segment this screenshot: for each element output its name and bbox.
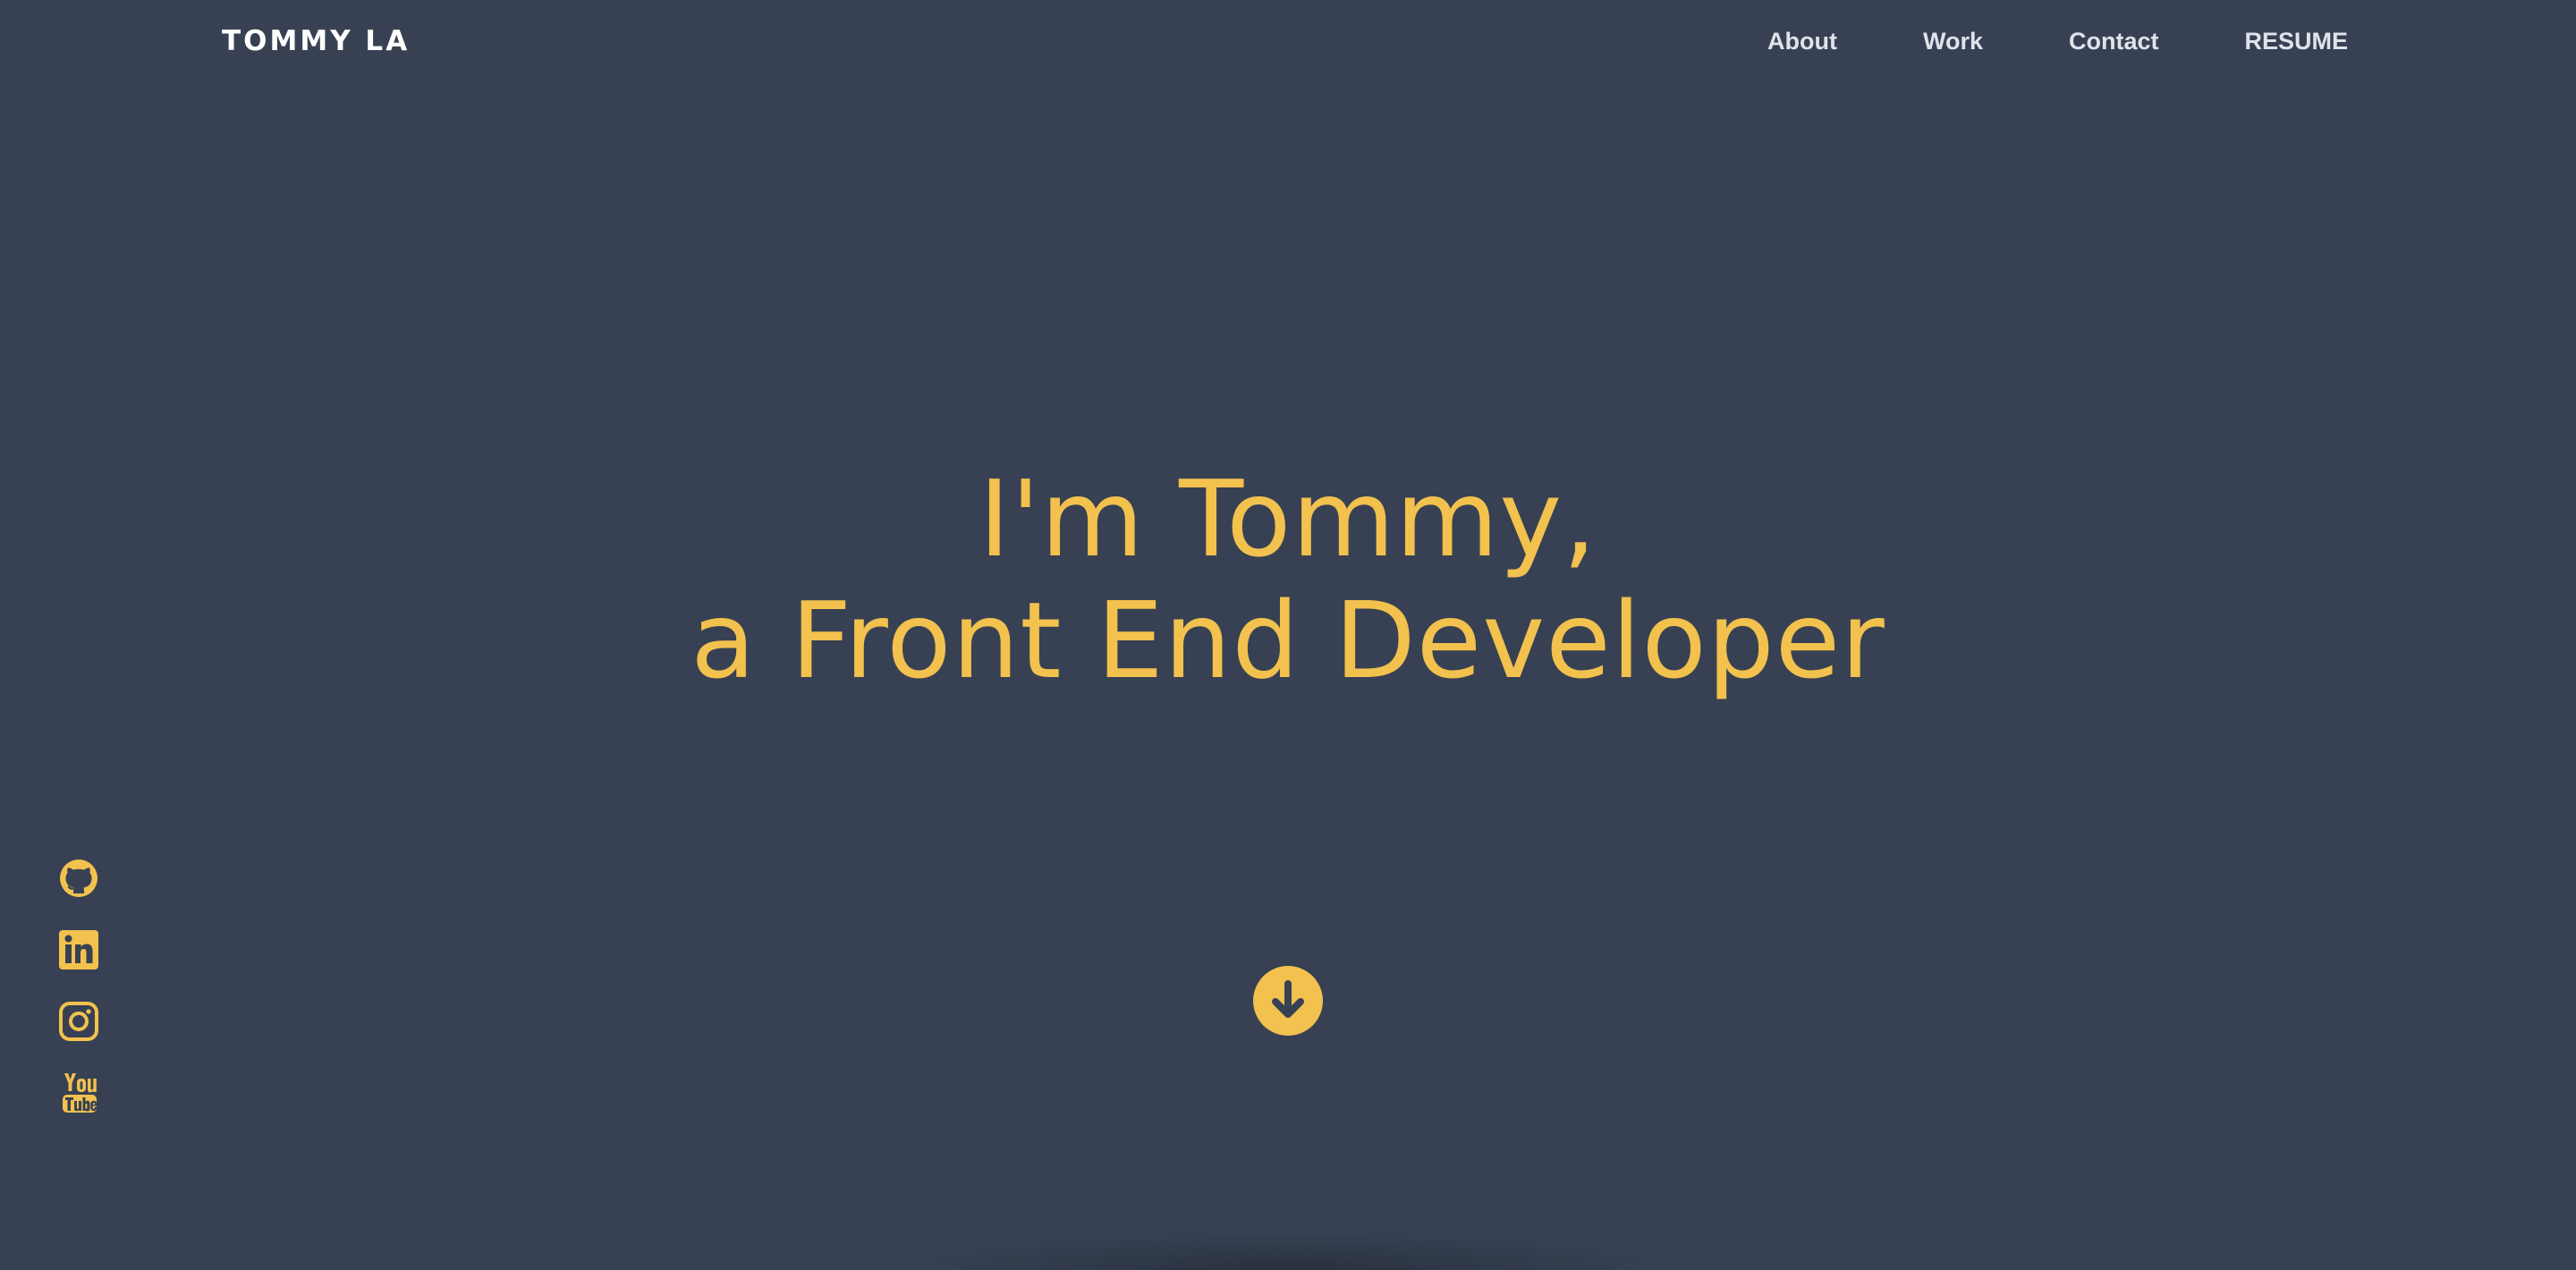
nav-link-contact[interactable]: Contact <box>2069 27 2159 55</box>
nav-link-resume[interactable]: RESUME <box>2244 27 2348 55</box>
brand-logo[interactable]: TOMMY LA <box>222 23 410 59</box>
instagram-link[interactable] <box>57 1000 100 1043</box>
site-header: TOMMY LA About Work Contact RESUME <box>0 0 2576 82</box>
nav-link-about[interactable]: About <box>1767 27 1837 55</box>
hero-line-2: a Front End Developer <box>691 579 1885 702</box>
main-nav: About Work Contact RESUME <box>1682 27 2348 55</box>
github-icon <box>60 859 97 897</box>
instagram-icon <box>59 1002 98 1041</box>
linkedin-icon <box>59 930 98 969</box>
section-shadow <box>903 1232 1673 1270</box>
youtube-icon <box>63 1073 97 1113</box>
arrow-down-icon <box>1272 980 1304 1018</box>
hero-line-1: I'm Tommy, <box>979 457 1597 580</box>
nav-link-work[interactable]: Work <box>1923 27 1983 55</box>
youtube-link[interactable] <box>57 1071 100 1114</box>
hero-heading: I'm Tommy, a Front End Developer <box>0 458 2576 701</box>
linkedin-link[interactable] <box>57 928 100 971</box>
scroll-down-button[interactable] <box>1253 966 1323 1036</box>
github-link[interactable] <box>57 857 100 900</box>
social-links <box>57 857 100 1143</box>
